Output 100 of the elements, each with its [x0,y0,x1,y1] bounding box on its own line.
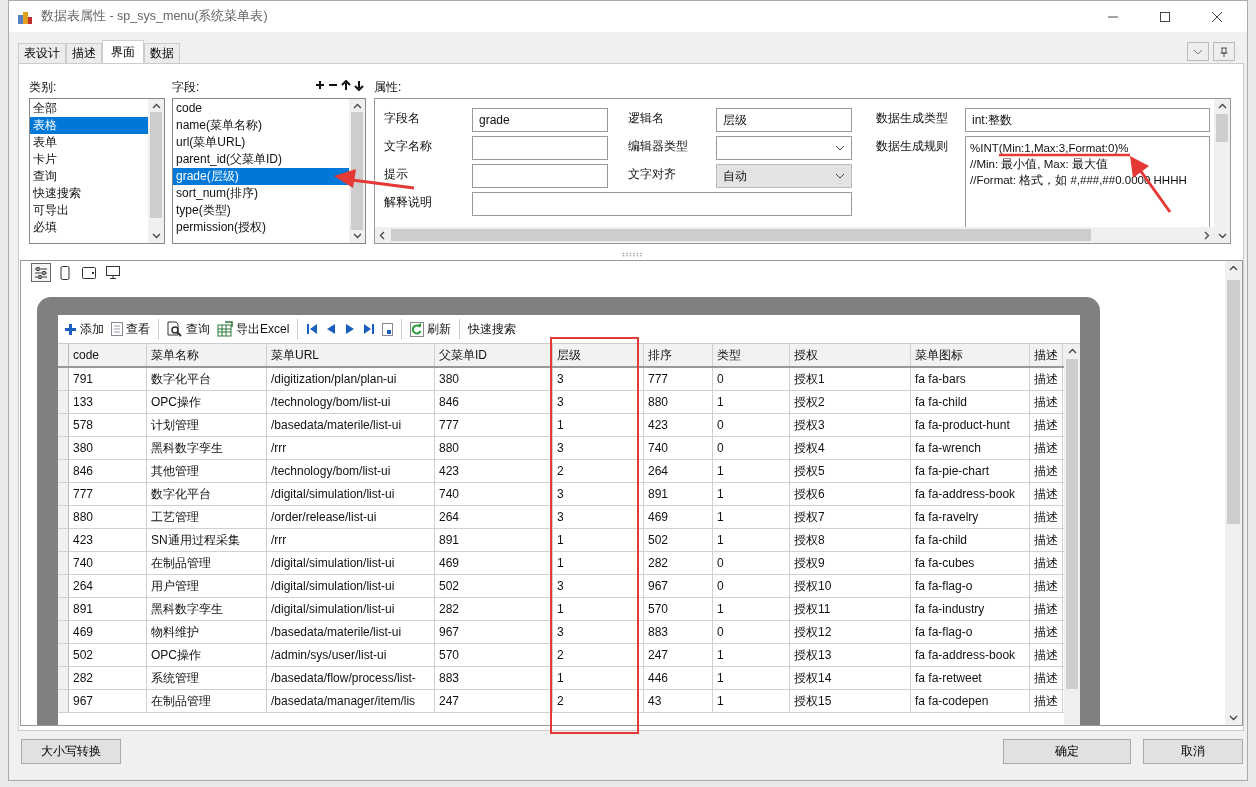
chevron-up-icon[interactable] [1067,348,1077,354]
input-field[interactable] [472,136,608,160]
row-header[interactable] [58,575,69,597]
list-item[interactable]: code [173,100,349,117]
arrow-up-icon[interactable] [341,79,351,91]
maximize-icon[interactable] [1159,10,1171,23]
list-item[interactable]: 表单 [30,134,148,151]
row-header[interactable] [58,529,69,551]
row-header[interactable] [58,690,69,712]
scrollbar[interactable] [375,227,1214,243]
scrollbar-thumb[interactable] [391,229,1091,241]
scrollbar[interactable] [1214,99,1230,243]
list-item[interactable]: type(类型) [173,202,349,219]
row-header[interactable] [58,621,69,643]
chevron-down-icon[interactable] [151,233,161,239]
chevron-down-icon[interactable] [352,233,362,239]
splitter-grip[interactable] [620,251,642,257]
case-convert-button[interactable]: 大小写转换 [21,738,121,764]
chevron-up-icon[interactable] [1217,103,1227,109]
toolbar-button[interactable] [362,323,377,335]
column-header[interactable]: 菜单URL [267,344,435,366]
dropdown[interactable] [716,136,852,160]
scrollbar[interactable] [1064,344,1080,725]
pin-button[interactable] [1213,42,1235,61]
column-header[interactable]: 授权 [790,344,911,366]
chevron-up-icon[interactable] [1229,265,1238,271]
list-item[interactable]: 查询 [30,168,148,185]
tab[interactable]: 界面 [102,40,144,63]
ok-button[interactable]: 确定 [1003,738,1131,764]
cancel-button[interactable]: 取消 [1143,738,1243,764]
list-item[interactable]: 全部 [30,100,148,117]
list-item[interactable]: name(菜单名称) [173,117,349,134]
scrollbar[interactable] [148,99,164,243]
scrollbar[interactable] [1225,261,1242,725]
chevron-right-icon[interactable] [1204,230,1210,240]
input-field[interactable]: int:整数 [965,108,1210,132]
toolbar-button[interactable] [305,323,320,335]
column-header[interactable]: 描述 [1030,344,1063,366]
scrollbar[interactable] [349,99,365,243]
row-header[interactable] [58,368,69,390]
scrollbar-thumb[interactable] [1066,359,1078,689]
row-header[interactable] [58,506,69,528]
add-icon[interactable] [315,80,325,90]
chevron-down-icon[interactable] [1229,715,1238,721]
list-item[interactable]: 必填 [30,219,148,236]
column-header[interactable]: code [69,344,147,366]
chevron-down-icon[interactable] [1217,233,1227,239]
toolbar-button[interactable]: 添加 [63,320,105,338]
tab[interactable]: 表设计 [18,43,66,63]
row-header[interactable] [58,667,69,689]
list-item[interactable]: 卡片 [30,151,148,168]
first-page-icon [306,323,319,335]
toolbar-button[interactable]: 查询 [166,320,211,338]
input-field[interactable]: grade [472,108,608,132]
row-header[interactable] [58,460,69,482]
table-cell: 其他管理 [147,460,267,482]
input-field[interactable] [472,164,608,188]
table-cell: fa fa-industry [911,598,1030,620]
list-item[interactable]: parent_id(父菜单ID) [173,151,349,168]
close-icon[interactable] [1211,10,1223,23]
toolbar-button[interactable]: 导出Excel [216,320,291,338]
scrollbar-thumb[interactable] [351,112,363,230]
column-header[interactable]: 菜单名称 [147,344,267,366]
scrollbar-thumb[interactable] [1216,114,1228,142]
column-header[interactable]: 排序 [644,344,713,366]
row-header[interactable] [58,437,69,459]
tab[interactable]: 描述 [66,43,102,63]
quick-search-button[interactable]: 快速搜索 [467,320,518,338]
dropdown-button[interactable] [1187,42,1209,61]
desktop-view-button[interactable] [103,263,123,282]
list-item[interactable]: sort_num(排序) [173,185,349,202]
column-header[interactable]: 父菜单ID [435,344,553,366]
row-header[interactable] [58,483,69,505]
chevron-up-icon[interactable] [151,103,161,109]
column-header[interactable]: 菜单图标 [911,344,1030,366]
input-field[interactable]: 层级 [716,108,852,132]
column-header[interactable]: 类型 [713,344,790,366]
arrow-down-icon[interactable] [354,79,364,91]
input-field[interactable] [472,192,852,216]
list-item[interactable]: permission(授权) [173,219,349,236]
list-item[interactable]: 表格 [30,117,148,134]
scrollbar-thumb[interactable] [1227,280,1240,524]
toolbar-button[interactable] [381,322,395,336]
row-header[interactable] [58,391,69,413]
list-item[interactable]: 可导出 [30,202,148,219]
list-item[interactable]: url(菜单URL) [173,134,349,151]
row-header[interactable] [58,644,69,666]
chevron-up-icon[interactable] [352,103,362,109]
row-header[interactable] [58,414,69,436]
settings-view-button[interactable] [31,263,51,282]
chevron-left-icon[interactable] [379,230,385,240]
list-item[interactable]: grade(层级) [173,168,349,185]
list-item[interactable]: 快速搜索 [30,185,148,202]
toolbar-button[interactable]: 查看 [110,320,151,338]
column-header[interactable]: 层级 [553,344,644,366]
scrollbar-thumb[interactable] [150,112,162,219]
row-header[interactable] [58,552,69,574]
tab[interactable]: 数据 [144,43,180,63]
row-header[interactable] [58,598,69,620]
toolbar-button[interactable]: 刷新 [409,320,453,338]
